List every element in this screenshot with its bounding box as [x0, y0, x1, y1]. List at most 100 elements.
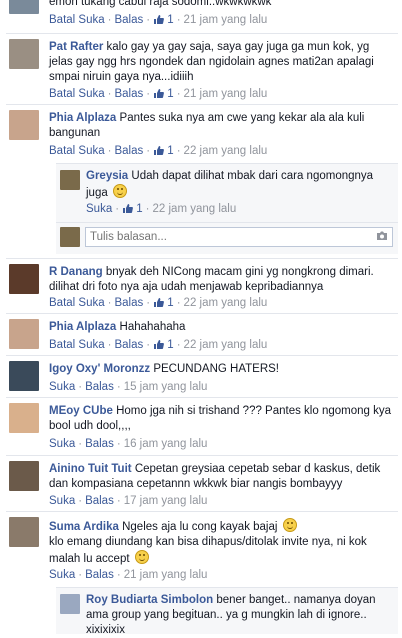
- comment: Phia Alplaza Hahahahaha Batal Suka · Balas…: [6, 313, 398, 356]
- reply-input[interactable]: [86, 228, 364, 246]
- avatar[interactable]: [9, 461, 39, 491]
- timestamp[interactable]: 17 jam yang lalu: [124, 495, 208, 507]
- comment-body: Igoy Oxy' Moronzz PECUNDANG HATERS!: [49, 362, 394, 377]
- thumbs-up-icon: [123, 204, 133, 213]
- reply-link[interactable]: Balas: [114, 145, 143, 157]
- timestamp[interactable]: 22 jam yang lalu: [184, 297, 268, 309]
- timestamp[interactable]: 22 jam yang lalu: [184, 339, 268, 351]
- thumbs-up-icon: [154, 298, 165, 307]
- like-link[interactable]: Suka: [49, 438, 75, 450]
- comment: Igoy Oxy' Moronzz PECUNDANG HATERS! Suka…: [6, 355, 398, 398]
- comment-body: Suma Ardika Ngeles aja lu cong kayak baj…: [49, 518, 394, 567]
- reply-link[interactable]: Balas: [114, 297, 143, 309]
- commenter-name[interactable]: Phia Alplaza: [49, 321, 116, 333]
- avatar[interactable]: [9, 0, 39, 14]
- timestamp[interactable]: 21 jam yang lalu: [184, 88, 268, 100]
- comment-text: Hahahahaha: [119, 321, 186, 333]
- commenter-name[interactable]: Ainino Tuit Tuit: [49, 463, 132, 475]
- comment-actions: Batal Suka · Balas · 1 · 21 jam yang lalu: [49, 13, 268, 27]
- like-link[interactable]: Suka: [49, 381, 75, 393]
- unlike-link[interactable]: Batal Suka: [49, 339, 105, 351]
- commenter-name[interactable]: Igoy Oxy' Moronzz: [49, 363, 150, 375]
- reply-link[interactable]: Balas: [85, 381, 114, 393]
- reply-composer: [56, 222, 398, 249]
- comment-actions: Suka · Balas · 15 jam yang lalu: [49, 381, 208, 393]
- timestamp[interactable]: 21 jam yang lalu: [124, 569, 208, 581]
- reply-link[interactable]: Balas: [85, 438, 114, 450]
- like-link[interactable]: Suka: [49, 569, 75, 581]
- comment-actions: Batal Suka · Balas · 1 · 22 jam yang lalu: [49, 144, 268, 158]
- reply-link[interactable]: Balas: [85, 495, 114, 507]
- like-count[interactable]: 1: [153, 13, 174, 27]
- avatar: [60, 227, 80, 247]
- reply-thread: Greysia Udah dapat dilihat mbak dari car…: [56, 163, 398, 254]
- like-count[interactable]: 1: [122, 203, 143, 215]
- thumbs-up-icon: [154, 89, 165, 98]
- avatar[interactable]: [9, 517, 39, 547]
- timestamp[interactable]: 22 jam yang lalu: [184, 145, 268, 157]
- unlike-link[interactable]: Batal Suka: [49, 145, 105, 157]
- commenter-name[interactable]: Roy Budiarta Simbolon: [86, 594, 213, 606]
- commenter-name[interactable]: R Danang: [49, 266, 103, 278]
- comment-partial: emon tukang cabul raja sodomi..wkwkwkwk …: [6, 0, 398, 32]
- commenter-name[interactable]: Suma Ardika: [49, 521, 119, 533]
- commenter-name[interactable]: Pat Rafter: [49, 41, 103, 53]
- avatar[interactable]: [9, 264, 39, 294]
- timestamp[interactable]: 22 jam yang lalu: [153, 203, 237, 215]
- timestamp[interactable]: 16 jam yang lalu: [124, 438, 208, 450]
- comment-actions: Batal Suka · Balas · 1 · 22 jam yang lalu: [49, 338, 268, 352]
- unlike-link[interactable]: Batal Suka: [49, 14, 105, 26]
- avatar[interactable]: [9, 110, 39, 140]
- unlike-link[interactable]: Batal Suka: [49, 88, 105, 100]
- reply-link[interactable]: Balas: [114, 339, 143, 351]
- comment-actions: Batal Suka · Balas · 1 · 21 jam yang lalu: [49, 87, 268, 101]
- reply-input-box[interactable]: [85, 227, 393, 247]
- like-link[interactable]: Suka: [86, 203, 112, 215]
- smile-emoticon-icon: [112, 184, 127, 198]
- reply-body: Roy Budiarta Simbolon bener banget.. nam…: [86, 593, 394, 638]
- like-count[interactable]: 1: [153, 338, 174, 352]
- comment-body: Phia Alplaza Pantes suka nya am cwe yang…: [49, 111, 394, 141]
- comment-body: Phia Alplaza Hahahahaha: [49, 320, 394, 335]
- avatar[interactable]: [9, 39, 39, 69]
- camera-icon[interactable]: [376, 231, 388, 241]
- avatar[interactable]: [9, 319, 39, 349]
- commenter-name[interactable]: Greysia: [86, 170, 128, 182]
- timestamp[interactable]: 15 jam yang lalu: [124, 381, 208, 393]
- comment-body: Ainino Tuit Tuit Cepetan greysiaa cepeta…: [49, 462, 394, 492]
- comment-text: emon tukang cabul raja sodomi..wkwkwkwk: [49, 0, 272, 8]
- avatar[interactable]: [60, 594, 80, 614]
- comment-actions: Batal Suka · Balas · 1 · 22 jam yang lalu: [49, 296, 268, 310]
- comment-text: Ngeles aja lu cong kayak bajaj: [122, 521, 278, 533]
- comment-actions: Suka · Balas · 16 jam yang lalu: [49, 438, 208, 450]
- comment-text: PECUNDANG HATERS!: [153, 363, 280, 375]
- reply-body: Greysia Udah dapat dilihat mbak dari car…: [86, 169, 394, 201]
- comment-body: R Danang bnyak deh NICong macam gini yg …: [49, 265, 394, 295]
- reply-link[interactable]: Balas: [114, 14, 143, 26]
- like-link[interactable]: Suka: [49, 495, 75, 507]
- comment: Ainino Tuit Tuit Cepetan greysiaa cepeta…: [6, 455, 398, 512]
- comment-text: klo emang diundang kan bisa dihapus/dito…: [49, 536, 367, 565]
- reply-link[interactable]: Balas: [85, 569, 114, 581]
- thumbs-up-icon: [154, 340, 165, 349]
- reply-thread: Roy Budiarta Simbolon bener banget.. nam…: [56, 587, 398, 636]
- comment: MEoy CUbe Homo jga nih si trishand ??? P…: [6, 397, 398, 456]
- avatar[interactable]: [9, 403, 39, 433]
- commenter-name[interactable]: MEoy CUbe: [49, 405, 113, 417]
- thumbs-up-icon: [154, 146, 165, 155]
- commenter-name[interactable]: Phia Alplaza: [49, 112, 116, 124]
- timestamp[interactable]: 21 jam yang lalu: [184, 14, 268, 26]
- like-count[interactable]: 1: [153, 87, 174, 101]
- smile-emoticon-icon: [282, 518, 297, 532]
- like-count[interactable]: 1: [153, 144, 174, 158]
- comment-actions: Suka · Balas · 17 jam yang lalu: [49, 495, 208, 507]
- comment-body: Pat Rafter kalo gay ya gay saja, saya ga…: [49, 40, 394, 85]
- avatar[interactable]: [9, 361, 39, 391]
- reply-link[interactable]: Balas: [114, 88, 143, 100]
- thumbs-up-icon: [154, 15, 165, 24]
- like-count[interactable]: 1: [153, 296, 174, 310]
- unlike-link[interactable]: Batal Suka: [49, 297, 105, 309]
- comment: Phia Alplaza Pantes suka nya am cwe yang…: [6, 104, 398, 258]
- smile-emoticon-icon: [134, 550, 149, 564]
- avatar[interactable]: [60, 170, 80, 190]
